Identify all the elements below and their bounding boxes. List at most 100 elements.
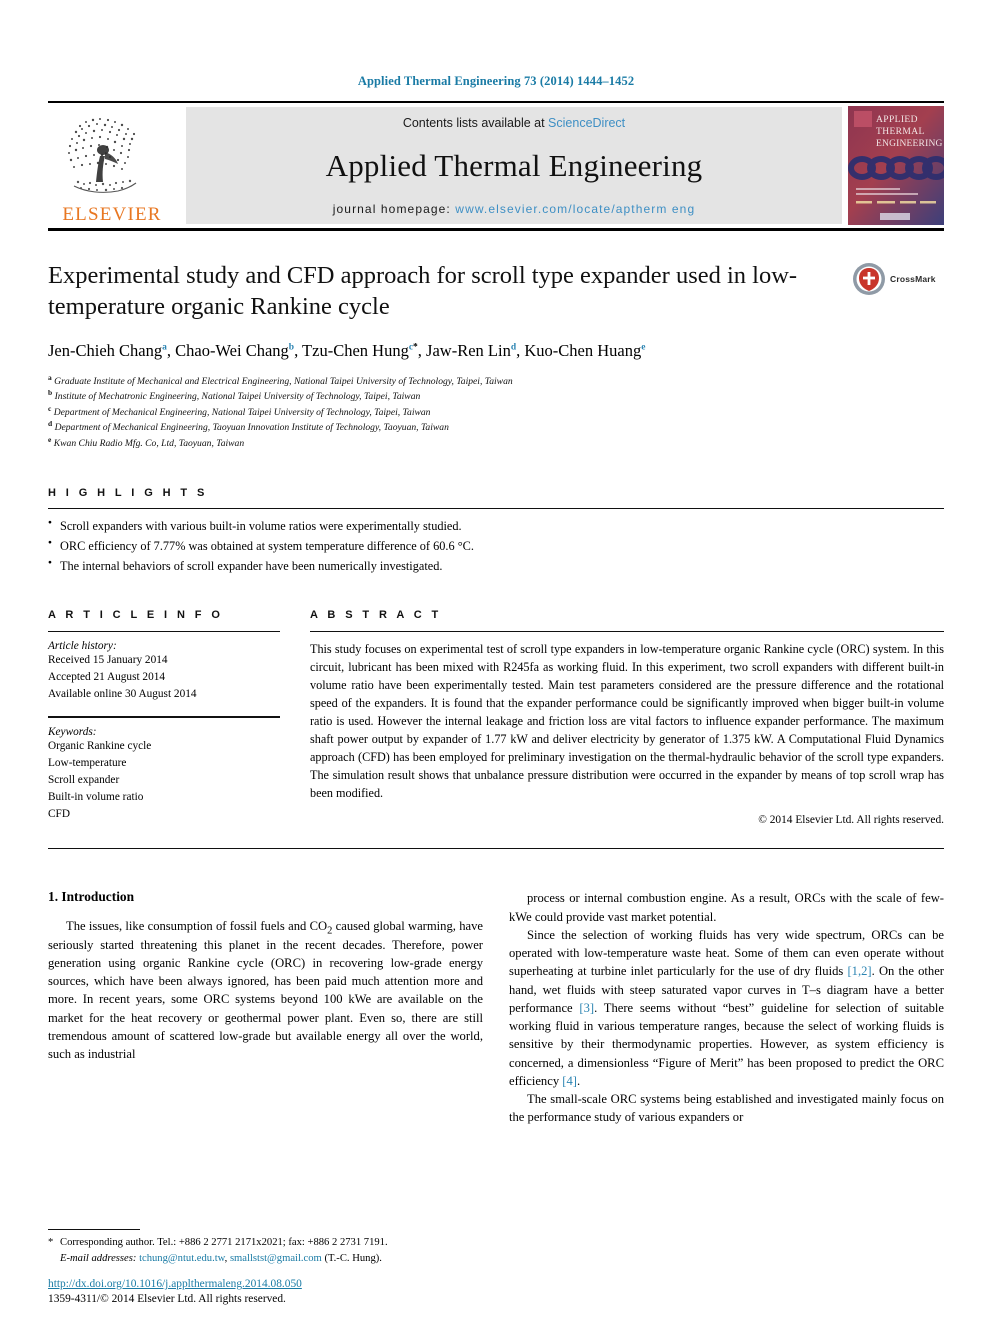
author-name: Kuo-Chen Huang xyxy=(524,340,642,360)
email-link-secondary[interactable]: smallstst@gmail.com xyxy=(230,1253,322,1264)
author-name: Jen-Chieh Chang xyxy=(48,340,163,360)
affiliation-marker: c xyxy=(48,403,52,413)
abstract-heading: A B S T R A C T xyxy=(310,609,442,622)
author-item: Tzu-Chen Hungc*, xyxy=(302,341,426,360)
author-name: Jaw-Ren Lin xyxy=(426,340,511,360)
corresponding-author-note: * Corresponding author. Tel.: +886 2 277… xyxy=(48,1235,483,1267)
highlights-heading: H I G H L I G H T S xyxy=(48,487,208,500)
author-item: Jen-Chieh Changa, xyxy=(48,341,175,360)
article-info-heading: A R T I C L E I N F O xyxy=(48,609,224,622)
body-separator-rule xyxy=(48,848,944,850)
journal-masthead: ELSEVIER Contents lists available at Sci… xyxy=(48,101,950,231)
article-info-section: A R T I C L E I N F O Article history: R… xyxy=(48,609,280,826)
abstract-copyright: © 2014 Elsevier Ltd. All rights reserved… xyxy=(758,814,944,827)
elsevier-wordmark: ELSEVIER xyxy=(62,204,162,225)
keywords-block: Keywords: Organic Rankine cycle Low-temp… xyxy=(48,715,280,823)
list-item: Scroll expanders with various built-in v… xyxy=(48,517,944,537)
affiliation-item: a Graduate Institute of Mechanical and E… xyxy=(48,372,944,390)
doi-block: http://dx.doi.org/10.1016/j.applthermale… xyxy=(48,1274,548,1305)
article-history-label: Article history: xyxy=(48,640,117,653)
title-block: CrossMark Experimental study and CFD app… xyxy=(48,261,944,451)
paper-page: Applied Thermal Engineering 73 (2014) 14… xyxy=(0,0,992,1323)
page-title: Experimental study and CFD approach for … xyxy=(48,262,798,320)
article-info-rule xyxy=(48,631,280,633)
keyword-item: Built-in volume ratio xyxy=(48,790,144,803)
author-item: Chao-Wei Changb, xyxy=(175,341,302,360)
keywords-label: Keywords: xyxy=(48,725,97,738)
affiliation-text: Kwan Chiu Radio Mfg. Co, Ltd, Taoyuan, T… xyxy=(53,437,245,449)
crossmark-badge[interactable]: CrossMark xyxy=(852,257,944,301)
crossmark-icon xyxy=(853,263,885,295)
history-received: Received 15 January 2014 xyxy=(48,654,168,667)
corresponding-author-text: Corresponding author. Tel.: +886 2 2771 … xyxy=(60,1237,388,1249)
paragraph: Since the selection of working fluids ha… xyxy=(509,926,944,1090)
body-column-left: 1. Introduction The issues, like consump… xyxy=(48,889,483,1126)
author-name: Chao-Wei Chang xyxy=(175,340,289,360)
abstract-section: A B S T R A C T This study focuses on ex… xyxy=(310,609,944,826)
footnote-star-marker: * xyxy=(48,1237,54,1249)
affiliation-text: Graduate Institute of Mechanical and Ele… xyxy=(54,375,513,387)
history-available-online: Available online 30 August 2014 xyxy=(48,687,197,700)
affiliation-item: b Institute of Mechatronic Engineering, … xyxy=(48,389,944,405)
paragraph: The small-scale ORC systems being establ… xyxy=(509,1092,944,1125)
journal-cover-thumbnail: APPLIED THERMAL ENGINEERING xyxy=(848,106,950,225)
footnote-rule xyxy=(48,1229,140,1231)
paragraph: The issues, like consumption of fossil f… xyxy=(48,917,483,1063)
contents-prefix: Contents lists available at xyxy=(402,116,549,130)
journal-homepage-line: journal homepage: www.elsevier.com/locat… xyxy=(333,202,695,216)
journal-title: Applied Thermal Engineering xyxy=(325,148,703,183)
author-item: Kuo-Chen Huange xyxy=(524,341,645,360)
author-affiliation-marker[interactable]: e xyxy=(641,342,645,352)
keyword-item: Organic Rankine cycle xyxy=(48,739,152,752)
affiliation-marker: d xyxy=(48,419,53,429)
info-abstract-row: A R T I C L E I N F O Article history: R… xyxy=(48,609,944,826)
keyword-item: Low-temperature xyxy=(48,756,127,769)
email-owner: (T.-C. Hung). xyxy=(321,1253,382,1265)
running-head: Applied Thermal Engineering 73 (2014) 14… xyxy=(357,74,635,88)
masthead-bottom-rule xyxy=(48,228,944,231)
svg-text:APPLIED: APPLIED xyxy=(876,115,918,125)
affiliation-marker: a xyxy=(48,372,52,382)
affiliation-list: a Graduate Institute of Mechanical and E… xyxy=(48,372,944,452)
keyword-item: Scroll expander xyxy=(48,773,120,786)
journal-homepage-link[interactable]: www.elsevier.com/locate/aptherm eng xyxy=(455,202,695,216)
list-item: The internal behaviors of scroll expande… xyxy=(48,557,944,577)
affiliation-text: Department of Mechanical Engineering, Ta… xyxy=(54,422,449,434)
affiliation-text: Department of Mechanical Engineering, Na… xyxy=(53,406,431,418)
section-heading-introduction: 1. Introduction xyxy=(48,889,135,905)
keyword-item: CFD xyxy=(48,807,70,820)
elsevier-logo: ELSEVIER xyxy=(48,103,176,228)
abstract-text: This study focuses on experimental test … xyxy=(310,642,944,800)
affiliation-item: c Department of Mechanical Engineering, … xyxy=(48,403,944,421)
keywords-rule xyxy=(48,715,280,718)
body-columns: 1. Introduction The issues, like consump… xyxy=(48,889,944,1126)
author-separator: , xyxy=(294,340,303,360)
svg-text:ENGINEERING: ENGINEERING xyxy=(876,139,943,149)
citation-link[interactable]: [3] xyxy=(579,1001,594,1015)
author-name: Tzu-Chen Hung xyxy=(302,340,409,360)
email-label: E-mail addresses: xyxy=(60,1253,137,1265)
doi-link[interactable]: http://dx.doi.org/10.1016/j.applthermale… xyxy=(48,1278,302,1290)
author-list: Jen-Chieh Changa, Chao-Wei Changb, Tzu-C… xyxy=(48,339,838,363)
abstract-rule xyxy=(310,631,944,633)
affiliation-marker: b xyxy=(48,387,53,397)
sciencedirect-link[interactable]: ScienceDirect xyxy=(548,116,625,130)
author-item: Jaw-Ren Lind, xyxy=(426,341,524,360)
affiliation-item: e Kwan Chiu Radio Mfg. Co, Ltd, Taoyuan,… xyxy=(48,434,944,452)
highlights-list: Scroll expanders with various built-in v… xyxy=(48,517,944,577)
issn-copyright: 1359-4311/© 2014 Elsevier Ltd. All right… xyxy=(48,1293,286,1305)
list-item: ORC efficiency of 7.77% was obtained at … xyxy=(48,537,944,557)
paragraph-text-part: The issues, like consumption of fossil f… xyxy=(66,919,328,934)
citation-link[interactable]: [1,2] xyxy=(847,964,871,978)
affiliation-marker: e xyxy=(48,434,52,444)
contents-available-line: Contents lists available at ScienceDirec… xyxy=(403,116,625,130)
author-separator: , xyxy=(417,340,427,360)
email-link-primary[interactable]: tchung@ntut.edu.tw xyxy=(139,1253,225,1264)
crossmark-label: CrossMark xyxy=(890,274,936,284)
citation-link[interactable]: [4] xyxy=(562,1074,577,1088)
affiliation-item: d Department of Mechanical Engineering, … xyxy=(48,420,944,436)
footnote-block: * Corresponding author. Tel.: +886 2 277… xyxy=(48,1229,483,1267)
author-separator: , xyxy=(166,340,176,360)
paragraph: process or internal combustion engine. A… xyxy=(509,891,944,924)
paragraph-text-part: . xyxy=(576,1073,581,1088)
